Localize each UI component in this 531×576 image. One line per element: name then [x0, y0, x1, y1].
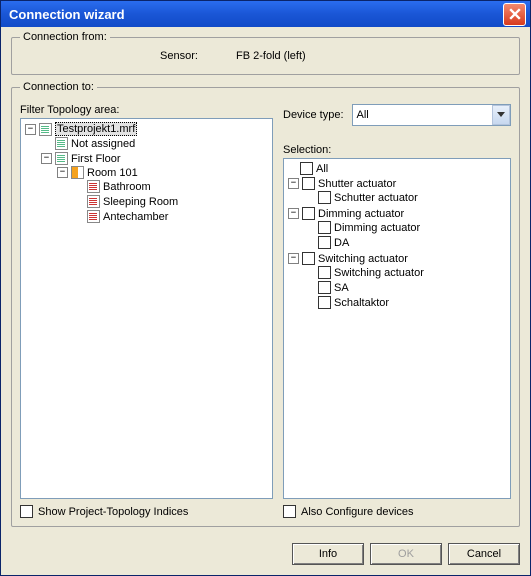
- device-type-dropdown[interactable]: All: [352, 104, 511, 126]
- tree-toggle[interactable]: −: [288, 178, 299, 189]
- tree-root[interactable]: Testprojekt1.mrf: [55, 122, 137, 136]
- tree-toggle[interactable]: −: [57, 167, 68, 178]
- chevron-down-icon: [497, 112, 505, 118]
- close-icon: [509, 8, 521, 20]
- sel-sa[interactable]: SA: [334, 282, 349, 294]
- room-leaf-icon: [87, 210, 100, 223]
- selection-label: Selection:: [283, 144, 511, 156]
- connection-to-legend: Connection to:: [20, 81, 97, 93]
- checkbox-da[interactable]: [318, 236, 331, 249]
- connection-from-group: Connection from: Sensor: FB 2-fold (left…: [11, 37, 520, 75]
- doc-icon: [55, 137, 68, 150]
- checkbox-switching[interactable]: [302, 252, 315, 265]
- tree-node-antechamber[interactable]: Antechamber: [103, 211, 168, 223]
- dropdown-button[interactable]: [492, 105, 510, 125]
- topology-tree[interactable]: − Testprojekt1.mrf Not assigned −: [20, 118, 273, 499]
- filter-topology-label: Filter Topology area:: [20, 104, 273, 116]
- titlebar: Connection wizard: [1, 1, 530, 27]
- sel-all[interactable]: All: [316, 163, 328, 175]
- tree-node-sleeping[interactable]: Sleeping Room: [103, 196, 178, 208]
- sel-switching2[interactable]: Switching actuator: [334, 267, 424, 279]
- sensor-label: Sensor:: [160, 50, 220, 62]
- sel-schutter[interactable]: Schutter actuator: [334, 192, 418, 204]
- tree-node-room101[interactable]: Room 101: [87, 167, 138, 179]
- close-button[interactable]: [503, 3, 526, 26]
- info-button[interactable]: Info: [292, 543, 364, 565]
- room-leaf-icon: [87, 195, 100, 208]
- checkbox-sa[interactable]: [318, 281, 331, 294]
- show-indices-checkbox[interactable]: [20, 505, 33, 518]
- file-icon: [39, 123, 52, 136]
- sel-shutter[interactable]: Shutter actuator: [318, 178, 396, 190]
- tree-node-first-floor[interactable]: First Floor: [71, 153, 121, 165]
- also-configure-checkbox[interactable]: [283, 505, 296, 518]
- also-configure-label: Also Configure devices: [301, 506, 414, 518]
- checkbox-shutter[interactable]: [302, 177, 315, 190]
- tree-toggle[interactable]: −: [288, 253, 299, 264]
- room-leaf-icon: [87, 180, 100, 193]
- checkbox-schutter[interactable]: [318, 191, 331, 204]
- selection-tree[interactable]: All − Shutter actuator Schutter actuator…: [283, 158, 511, 499]
- tree-node-not-assigned[interactable]: Not assigned: [71, 138, 135, 150]
- device-type-value: All: [357, 109, 369, 121]
- checkbox-switching2[interactable]: [318, 266, 331, 279]
- device-type-label: Device type:: [283, 109, 344, 121]
- ok-button[interactable]: OK: [370, 543, 442, 565]
- tree-toggle[interactable]: −: [25, 124, 36, 135]
- checkbox-dimming2[interactable]: [318, 221, 331, 234]
- connection-from-legend: Connection from:: [20, 31, 110, 43]
- tree-node-bathroom[interactable]: Bathroom: [103, 181, 151, 193]
- checkbox-dimming[interactable]: [302, 207, 315, 220]
- checkbox-schaltaktor[interactable]: [318, 296, 331, 309]
- checkbox-all[interactable]: [300, 162, 313, 175]
- sel-schaltaktor[interactable]: Schaltaktor: [334, 297, 389, 309]
- sel-switching[interactable]: Switching actuator: [318, 253, 408, 265]
- sel-dimming[interactable]: Dimming actuator: [318, 208, 404, 220]
- button-bar: Info OK Cancel: [1, 535, 530, 575]
- tree-toggle[interactable]: −: [41, 153, 52, 164]
- room-icon: [71, 166, 84, 179]
- sel-da[interactable]: DA: [334, 237, 349, 249]
- sel-dimming2[interactable]: Dimming actuator: [334, 222, 420, 234]
- tree-toggle[interactable]: −: [288, 208, 299, 219]
- sensor-value: FB 2-fold (left): [236, 50, 306, 62]
- doc-icon: [55, 152, 68, 165]
- window-title: Connection wizard: [5, 7, 503, 22]
- show-indices-label: Show Project-Topology Indices: [38, 506, 188, 518]
- cancel-button[interactable]: Cancel: [448, 543, 520, 565]
- connection-to-group: Connection to: Filter Topology area: − T…: [11, 87, 520, 527]
